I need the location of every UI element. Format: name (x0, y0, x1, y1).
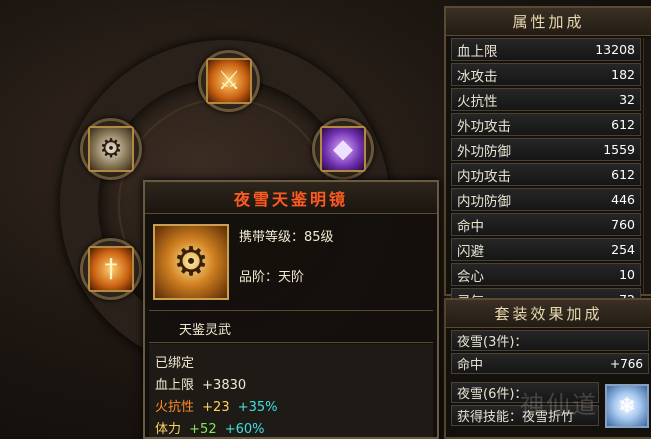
attribute-name: 命中 (457, 218, 484, 235)
tooltip-divider (149, 310, 433, 311)
attribute-row: 冰攻击 182 (451, 63, 641, 86)
set3-header: 夜雪(3件)： (457, 335, 528, 350)
purple-armor-icon: ◆ (320, 126, 366, 172)
stamina-stat: 体力 +52 +60% (155, 418, 265, 437)
tooltip-stats: 已绑定 血上限 +3830 火抗性 +23 +35% 体力 +52 +60% (149, 344, 433, 437)
attribute-row: 外功攻击 612 (451, 113, 641, 136)
attribute-value: 760 (611, 217, 635, 232)
equip-slot-lower-left[interactable]: † (80, 238, 142, 300)
dagger-icon: † (88, 246, 134, 292)
attribute-value: 254 (611, 242, 635, 257)
attribute-value: 10 (619, 267, 635, 282)
set3-stat-value: +766 (610, 356, 643, 371)
attribute-name: 外功攻击 (457, 118, 511, 135)
tooltip-title-bar: 夜雪天鉴明镜 (145, 182, 437, 214)
attribute-row: 外功防御 1559 (451, 138, 641, 161)
hp-value: +3830 (202, 378, 247, 393)
attribute-row: 内功攻击 612 (451, 163, 641, 186)
fire-resist-stat: 火抗性 +23 +35% (155, 396, 278, 415)
bound-status: 已绑定 (155, 356, 195, 371)
mirror-wheel-icon: ⚙ (88, 126, 134, 172)
attribute-row: 火抗性 32 (451, 88, 641, 111)
fire-label: 火抗性 (155, 400, 195, 415)
attribute-value: 612 (611, 167, 635, 182)
attribute-name: 内功攻击 (457, 168, 511, 185)
attribute-value: 32 (619, 92, 635, 107)
set3-stat-name: 命中 (457, 358, 484, 373)
attribute-row: 血上限 13208 (451, 38, 641, 61)
equip-slot-right[interactable]: ◆ (312, 118, 374, 180)
set3-stat-row: 命中 +766 (451, 353, 649, 374)
item-grade: 品阶：天阶 (239, 270, 305, 285)
attribute-row: 会心 10 (451, 263, 641, 286)
attribute-name: 外功防御 (457, 143, 511, 160)
attribute-list: 血上限 13208 冰攻击 182 火抗性 32 外功攻击 612 外功防御 1559 内功攻击 61… (446, 38, 651, 311)
attribute-value: 446 (611, 192, 635, 207)
equip-slot-left[interactable]: ⚙ (80, 118, 142, 180)
attribute-name: 闪避 (457, 243, 484, 260)
attribute-name: 血上限 (457, 43, 498, 60)
fire-value: +23 (202, 400, 230, 415)
set-panel-title: 套装效果加成 (446, 300, 651, 328)
attribute-panel-title: 属性加成 (446, 8, 651, 36)
stamina-label: 体力 (155, 422, 182, 437)
item-tooltip: 夜雪天鉴明镜 ⚙ 携带等级：85级 品阶：天阶 天鉴灵武 已绑定 血上限 +38… (143, 180, 439, 439)
set3-row: 夜雪(3件)： (451, 330, 649, 351)
equip-slot-top[interactable]: ⚔ (198, 50, 260, 112)
set6-header: 夜雪(6件)： (457, 387, 528, 402)
attribute-name: 会心 (457, 268, 484, 285)
stamina-percent: +60% (224, 422, 265, 437)
attribute-value: 13208 (595, 42, 635, 57)
mirror-wheel-icon: ⚙ (153, 224, 229, 300)
hp-stat: 血上限 +3830 (155, 374, 246, 393)
item-type: 天鉴灵武 (179, 323, 232, 338)
carry-level: 携带等级：85级 (239, 230, 334, 245)
attribute-scrollbar[interactable] (643, 38, 651, 294)
item-name: 夜雪天鉴明镜 (233, 189, 348, 209)
stamina-value: +52 (189, 422, 217, 437)
snow-skill-icon[interactable]: ❄ (605, 384, 649, 428)
golden-sword-icon: ⚔ (206, 58, 252, 104)
attribute-value: 1559 (603, 142, 635, 157)
attribute-name: 火抗性 (457, 93, 498, 110)
attribute-value: 182 (611, 67, 635, 82)
watermark: 神仙道 (520, 391, 598, 419)
attribute-row: 内功防御 446 (451, 188, 641, 211)
attribute-value: 612 (611, 117, 635, 132)
tooltip-divider (149, 342, 433, 343)
fire-percent: +35% (237, 400, 278, 415)
attribute-name: 冰攻击 (457, 68, 498, 85)
attribute-row: 命中 760 (451, 213, 641, 236)
attribute-name: 内功防御 (457, 193, 511, 210)
attribute-row: 闪避 254 (451, 238, 641, 261)
hp-label: 血上限 (155, 378, 195, 393)
attribute-bonus-panel: 属性加成 血上限 13208 冰攻击 182 火抗性 32 外功攻击 612 外功防御 1559 内… (444, 6, 651, 311)
